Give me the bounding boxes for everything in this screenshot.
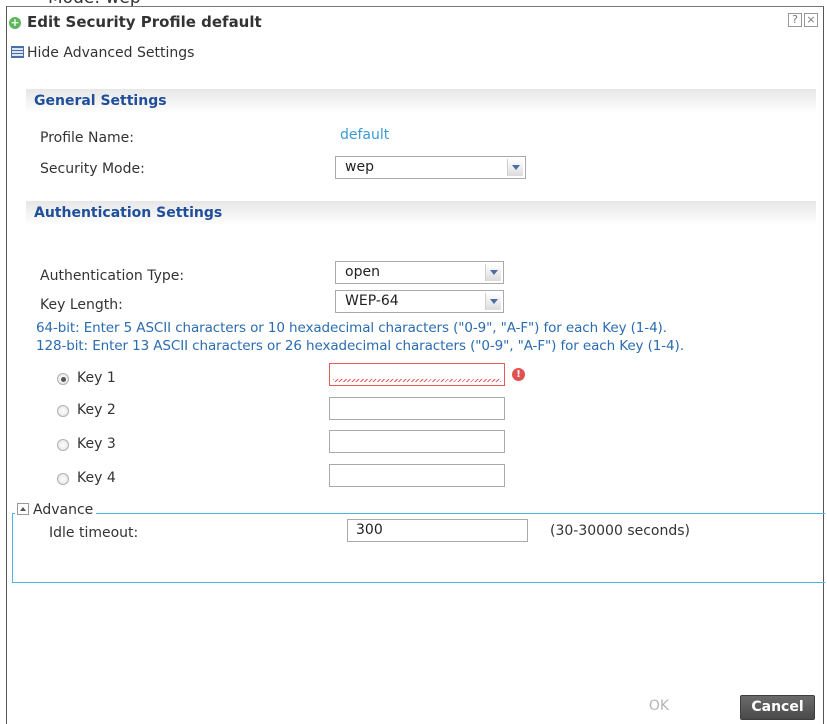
edit-security-profile-dialog: + Edit Security Profile default ? × Hide… xyxy=(6,6,825,724)
chevron-down-icon xyxy=(485,293,501,310)
ok-button[interactable]: OK xyxy=(629,695,689,720)
authentication-type-label: Authentication Type: xyxy=(40,268,185,284)
authentication-settings-header: Authentication Settings xyxy=(26,201,816,226)
authentication-type-value: open xyxy=(345,264,380,280)
key-4-label: Key 4 xyxy=(77,470,116,486)
hint-64-bit: 64-bit: Enter 5 ASCII characters or 10 h… xyxy=(36,320,667,336)
cancel-button[interactable]: Cancel xyxy=(740,695,815,720)
security-mode-label: Security Mode: xyxy=(40,161,145,177)
hide-advanced-settings-label: Hide Advanced Settings xyxy=(27,45,195,61)
error-underline xyxy=(333,379,501,382)
chevron-down-icon xyxy=(507,159,523,176)
key-2-input[interactable] xyxy=(329,397,505,420)
advance-toggle[interactable]: Advance xyxy=(15,502,97,518)
advance-legend-label: Advance xyxy=(33,502,94,518)
key-3-input[interactable] xyxy=(329,430,505,453)
key-length-select[interactable]: WEP-64 xyxy=(335,290,504,313)
key-length-label: Key Length: xyxy=(40,297,123,313)
key-1-radio[interactable] xyxy=(57,373,69,385)
idle-timeout-value: 300 xyxy=(356,522,383,538)
key-3-label: Key 3 xyxy=(77,436,116,452)
error-icon: ! xyxy=(512,368,525,381)
list-icon xyxy=(11,46,24,58)
key-1-input[interactable] xyxy=(329,363,505,386)
add-icon: + xyxy=(9,16,21,29)
authentication-type-select[interactable]: open xyxy=(335,261,504,284)
chevron-down-icon xyxy=(485,264,501,281)
key-4-radio[interactable] xyxy=(57,473,69,485)
collapse-icon xyxy=(17,503,29,515)
key-3-radio[interactable] xyxy=(57,439,69,451)
hint-128-bit: 128-bit: Enter 13 ASCII characters or 26… xyxy=(36,338,684,354)
profile-name-value: default xyxy=(340,127,390,143)
idle-timeout-input[interactable]: 300 xyxy=(347,519,528,542)
dialog-title: Edit Security Profile default xyxy=(27,13,262,31)
key-2-radio[interactable] xyxy=(57,405,69,417)
profile-name-label: Profile Name: xyxy=(40,130,135,146)
hide-advanced-settings-link[interactable]: Hide Advanced Settings xyxy=(11,45,194,61)
close-button[interactable]: × xyxy=(804,13,818,27)
key-4-input[interactable] xyxy=(329,464,505,487)
key-2-label: Key 2 xyxy=(77,402,116,418)
key-1-label: Key 1 xyxy=(77,370,116,386)
idle-timeout-range: (30-30000 seconds) xyxy=(550,523,690,539)
security-mode-value: wep xyxy=(345,159,374,175)
general-settings-header: General Settings xyxy=(26,89,816,114)
idle-timeout-label: Idle timeout: xyxy=(49,525,139,541)
help-button[interactable]: ? xyxy=(788,13,802,27)
security-mode-select[interactable]: wep xyxy=(335,156,526,179)
key-length-value: WEP-64 xyxy=(345,293,399,309)
